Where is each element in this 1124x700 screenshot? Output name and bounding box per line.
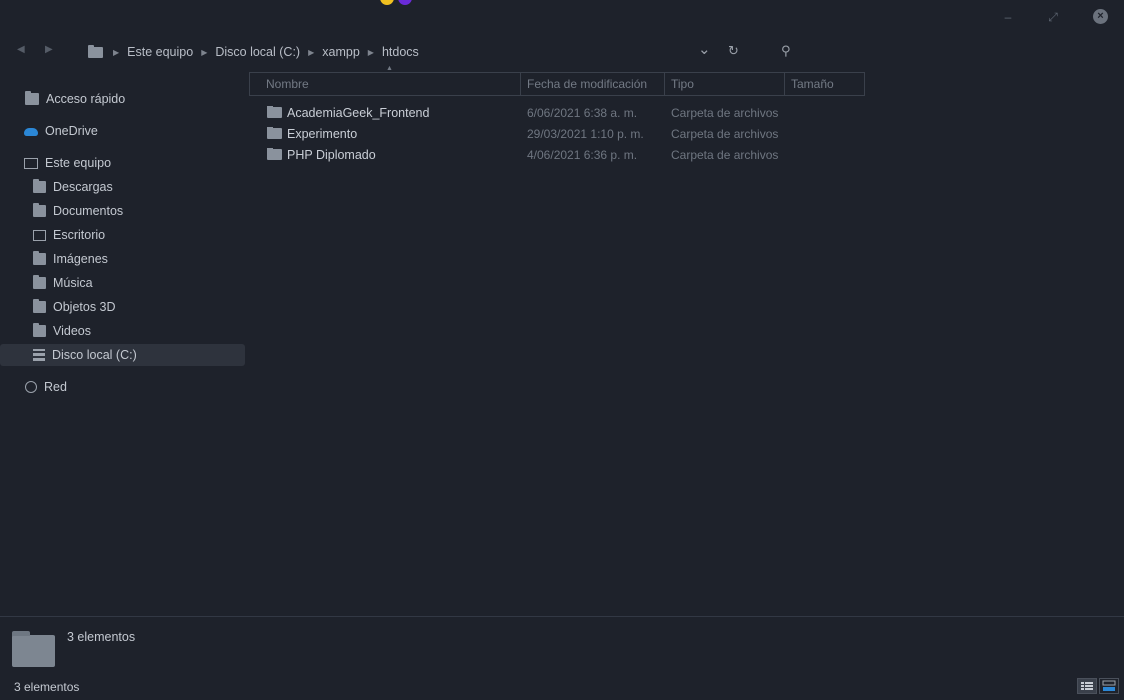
details-view-button[interactable] [1077,678,1097,694]
large-icons-view-icon [1102,680,1116,691]
sidebar-item-label: Videos [53,324,91,338]
file-type: Carpeta de archivos [671,147,779,162]
search-icon[interactable]: ⚲ [781,43,791,59]
table-row[interactable]: PHP Diplomado 4/06/2021 6:36 p. m. Carpe… [249,144,785,165]
sidebar-item-red[interactable]: Red [0,376,245,398]
breadcrumb: ▶ Este equipo ▶ Disco local (C:) ▶ xampp… [88,42,425,62]
sidebar-item-documentos[interactable]: Documentos [0,200,245,222]
column-header-nombre[interactable]: ▲ Nombre [249,65,521,95]
file-name-cell: PHP Diplomado [249,147,521,162]
file-name-cell: Experimento [249,126,521,141]
breadcrumb-este-equipo[interactable]: Este equipo [121,45,199,59]
sidebar-item-onedrive[interactable]: OneDrive [0,120,245,142]
videos-icon [33,323,46,337]
sidebar-item-descargas[interactable]: Descargas [0,176,245,198]
desktop-icon [33,229,46,241]
folder-icon [25,91,39,105]
sidebar-item-label: Objetos 3D [53,300,116,314]
pictures-icon [33,251,46,265]
sidebar-item-disco-local[interactable]: Disco local (C:) [0,344,245,366]
sidebar-item-este-equipo[interactable]: Este equipo [0,152,245,174]
folder-icon [267,105,282,118]
details-view-icon [1081,682,1093,690]
column-header-label: Tamaño [791,77,834,91]
sidebar-item-objetos-3d[interactable]: Objetos 3D [0,296,245,318]
folder-icon [267,147,282,160]
folder-icon [88,44,103,58]
chevron-right-icon[interactable]: ▶ [366,48,376,57]
status-bar: 3 elementos [0,676,1124,700]
sidebar-item-label: Música [53,276,93,290]
details-item-count: 3 elementos [67,630,136,644]
sidebar-item-label: Escritorio [53,228,106,242]
app-icon [380,0,442,5]
sidebar-item-escritorio[interactable]: Escritorio [0,224,245,246]
forward-button[interactable]: ▶ [45,44,53,55]
column-header-label: Nombre [266,77,309,91]
column-header-label: Fecha de modificación [527,77,648,91]
sidebar-item-label: Red [44,380,67,394]
chevron-right-icon[interactable]: ▶ [306,48,316,57]
cloud-icon [24,128,38,136]
breadcrumb-disco-local[interactable]: Disco local (C:) [209,45,306,59]
file-name: PHP Diplomado [287,147,376,162]
sidebar-item-label: Disco local (C:) [52,348,137,362]
file-date: 6/06/2021 6:38 a. m. [527,105,638,120]
sidebar-item-videos[interactable]: Videos [0,320,245,342]
navigation-pane: Acceso rápido OneDrive Este equipo Desca… [0,84,248,614]
sidebar-item-acceso-rapido[interactable]: Acceso rápido [0,88,245,110]
file-name-cell: AcademiaGeek_Frontend [249,105,521,120]
file-name: Experimento [287,126,358,141]
navigation-bar: ◀ ▶ ▶ Este equipo ▶ Disco local (C:) ▶ x… [0,36,1124,66]
back-button[interactable]: ◀ [17,44,25,55]
title-bar: – ⤢ × [0,0,1124,32]
breadcrumb-xampp[interactable]: xampp [316,45,366,59]
sidebar-item-label: Este equipo [45,156,112,170]
sidebar-item-label: Descargas [53,180,113,194]
computer-icon [24,157,38,169]
close-button[interactable]: × [1093,9,1108,24]
chevron-right-icon[interactable]: ▶ [111,48,121,57]
column-header-tipo[interactable]: Tipo [665,73,785,95]
music-icon [33,275,46,289]
breadcrumb-htdocs[interactable]: htdocs [376,45,425,59]
column-header-fecha[interactable]: Fecha de modificación [521,73,665,95]
file-list: AcademiaGeek_Frontend 6/06/2021 6:38 a. … [249,102,785,165]
minimize-button[interactable]: – [999,8,1017,26]
file-date: 29/03/2021 1:10 p. m. [527,126,644,141]
sidebar-item-label: Documentos [53,204,124,218]
file-date: 4/06/2021 6:36 p. m. [527,147,638,162]
file-type: Carpeta de archivos [671,105,779,120]
table-row[interactable]: Experimento 29/03/2021 1:10 p. m. Carpet… [249,123,785,144]
file-name: AcademiaGeek_Frontend [287,105,430,120]
folder-icon [267,126,282,139]
folder-icon [12,631,55,667]
3d-objects-icon [33,299,46,313]
file-type: Carpeta de archivos [671,126,779,141]
sidebar-item-label: OneDrive [45,124,98,138]
column-header-tamano[interactable]: Tamaño [785,73,865,95]
chevron-down-icon[interactable]: ⌄ [698,40,711,58]
documents-icon [33,203,46,217]
sidebar-item-imagenes[interactable]: Imágenes [0,248,245,270]
maximize-button[interactable]: ⤢ [1044,8,1062,26]
sort-ascending-icon: ▲ [386,65,393,72]
drive-icon [33,349,45,361]
column-headers: ▲ Nombre Fecha de modificación Tipo Tama… [249,65,865,96]
refresh-icon[interactable]: ↻ [728,43,739,59]
sidebar-item-label: Imágenes [53,252,108,266]
downloads-icon [33,179,46,193]
table-row[interactable]: AcademiaGeek_Frontend 6/06/2021 6:38 a. … [249,102,785,123]
details-pane: 3 elementos [0,616,1124,674]
column-header-label: Tipo [671,77,694,91]
network-icon [25,381,37,393]
large-icons-view-button[interactable] [1099,678,1119,694]
sidebar-item-musica[interactable]: Música [0,272,245,294]
status-item-count: 3 elementos [14,680,80,694]
chevron-right-icon[interactable]: ▶ [199,48,209,57]
sidebar-item-label: Acceso rápido [46,92,126,106]
